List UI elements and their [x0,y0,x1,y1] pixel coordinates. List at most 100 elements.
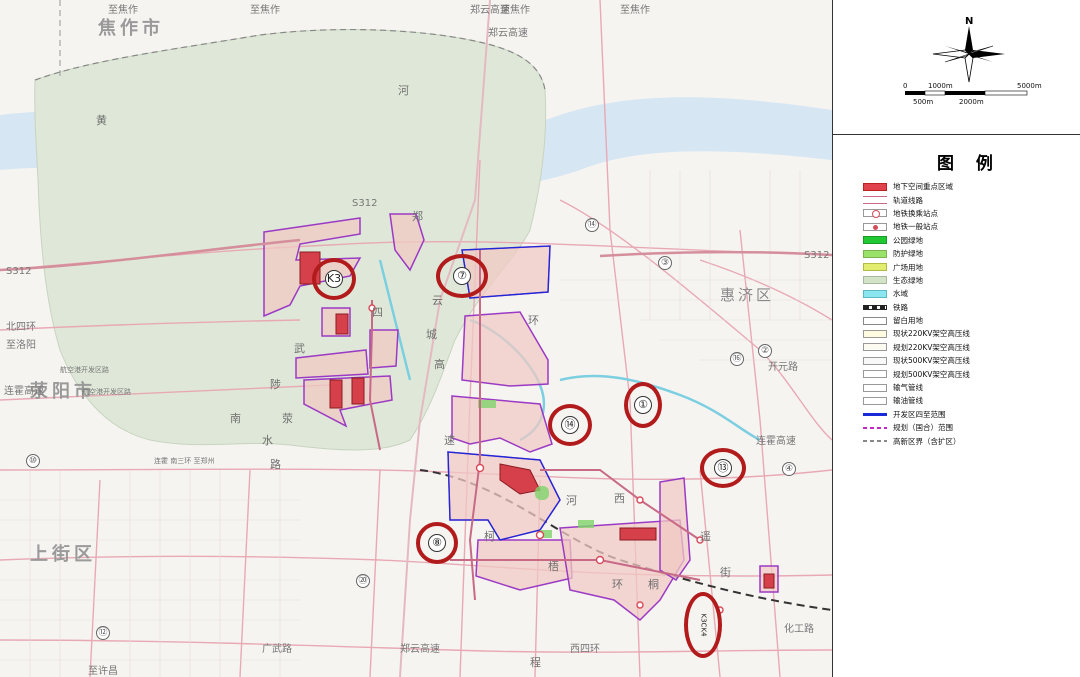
marker-k3ck4-label: K3CK4 [698,613,707,637]
marker-7[interactable]: ⑦ [436,254,488,298]
legend-label: 现状500KV架空高压线 [893,356,970,366]
legend-item: 防护绿地 [863,247,1073,260]
legend-swatch [863,383,887,392]
road-char-19: 环 [612,578,623,591]
route-number-12: ⑫ [96,626,110,640]
road-label-zhenglian: 郑云高速 [400,644,440,655]
legend-label: 规划500KV架空高压线 [893,369,970,379]
legend-label: 地下空间重点区域 [893,182,953,192]
scale-label-5000m: 5000m [1017,82,1042,90]
legend-swatch [863,182,887,191]
road-char-18: 四 [372,306,383,319]
road-label-airport-a: 航空港开发区路 [60,366,109,374]
river-char-2: 河 [398,84,409,97]
legend-swatch [863,343,887,352]
legend-swatch [863,209,887,219]
legend-item: 地下空间重点区域 [863,180,1073,193]
legend-label: 广场用地 [893,262,923,272]
legend-swatch [863,316,887,325]
legend-item: 轨道线路 [863,193,1073,206]
road-label-s312-c: S312 [804,250,830,261]
road-label-airport-b: 航空港开发区路 [82,388,131,396]
legend-swatch [863,304,887,310]
route-number-16: ⑯ [730,352,744,366]
road-char-2: 云 [432,294,443,307]
road-label-s312-b: S312 [6,266,32,277]
route-number-2: ② [758,344,772,358]
city-label-jiaozuo: 焦作市 [98,18,164,39]
marker-13-label: ⑬ [714,459,732,477]
marker-14[interactable]: ⑭ [548,404,592,446]
road-char-15: 遥 [700,530,711,543]
road-char-8: 荥 [282,412,293,425]
marker-13[interactable]: ⑬ [700,448,746,488]
legend-swatch [863,329,887,338]
road-label-huagong: 化工路 [784,624,814,635]
road-char-20: 西 [614,492,625,505]
road-label-xisihuan: 西四环 [570,644,600,655]
legend-swatch [863,289,887,298]
road-char-6: 武 [294,342,305,355]
legend-swatch [863,276,887,285]
road-char-10: 路 [270,458,281,471]
legend-item: 广场用地 [863,260,1073,273]
road-label-top-2: 至焦作 [250,5,280,16]
road-label-zhengyun-top: 郑云高速 [488,28,528,39]
legend-label: 现状220KV架空高压线 [893,329,970,339]
road-label-guangwu: 广武路 [262,644,292,655]
legend-item: 规划220KV架空高压线 [863,341,1073,354]
legend-item: 规划（国合）范围 [863,421,1073,434]
legend-swatch [863,412,887,416]
map-figure: 至焦作 至焦作 郑云高速 至焦作 至焦作 焦作市 荥阳市 上街区 惠济区 黄 河… [0,0,1080,677]
marker-1[interactable]: ① [624,382,662,428]
legend-swatch [863,222,887,231]
legend-list: 地下空间重点区域 轨道线路 地铁换乘站点 地铁一般站点 公园绿地 防护绿地 广场用地 生态绿地… [863,180,1073,448]
road-char-9: 水 [262,434,273,447]
scale-bar [905,90,1028,96]
marker-8-label: ⑧ [428,534,446,552]
legend-item: 现状220KV架空高压线 [863,327,1073,340]
city-label-shangjie: 上街区 [30,544,96,565]
legend-item: 水域 [863,287,1073,300]
marker-1-label: ① [634,396,652,414]
legend-label: 公园绿地 [893,235,923,245]
legend-swatch [863,396,887,405]
legend-item: 规划500KV架空高压线 [863,367,1073,380]
road-label-top-4: 至焦作 [500,5,530,16]
legend-label: 留白用地 [893,316,923,326]
legend-swatch [863,249,887,258]
road-label-kaiyuan: 开元路 [768,362,798,373]
legend-label: 规划（国合）范围 [893,423,953,433]
scale-label-500m: 500m [913,98,934,106]
marker-k3[interactable]: K3 [312,258,356,300]
legend-item: 地铁一般站点 [863,220,1073,233]
road-label-zhixuchang: 至许昌 [88,666,118,677]
legend-item: 现状500KV架空高压线 [863,354,1073,367]
road-char-21: 桐 [648,578,659,591]
road-char-1: 郑 [412,210,423,223]
marker-8[interactable]: ⑧ [416,522,458,564]
route-number-14: ⑭ [585,218,599,232]
road-char-17: 柯 [484,530,495,543]
marker-14-label: ⑭ [561,416,579,434]
legend-swatch [863,370,887,379]
legend-panel: N 0 1000m 5000m 500m 2000m 图 例 地下空间重点区域 … [833,0,1080,677]
district-label-huiji: 惠济区 [720,286,775,304]
river-char-1: 黄 [96,114,107,127]
road-label-north-ring: 北四环 [6,322,36,333]
legend-label: 生态绿地 [893,275,923,285]
legend-item: 公园绿地 [863,234,1073,247]
road-char-22: 程 [530,656,541,669]
route-number-10: ⑩ [26,454,40,468]
road-char-16: 街 [720,566,731,579]
legend-swatch [863,440,887,443]
legend-label: 铁路 [893,302,908,312]
marker-k3ck4[interactable]: K3CK4 [684,592,722,658]
legend-label: 轨道线路 [893,195,923,205]
road-label-south: 连霍 南三环 至郑州 [154,457,215,465]
legend-label: 水域 [893,289,908,299]
route-number-3: ③ [658,256,672,270]
road-label-to-luoyang: 至洛阳 [6,340,36,351]
legend-swatch [863,196,887,205]
marker-7-label: ⑦ [453,267,471,285]
